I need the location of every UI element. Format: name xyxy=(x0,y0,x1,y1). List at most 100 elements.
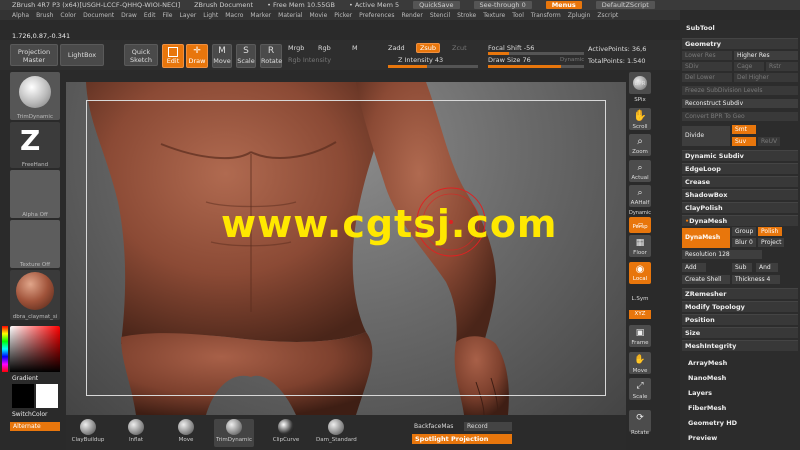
nanomesh-header[interactable]: NanoMesh xyxy=(688,374,726,382)
brush-thumbnail[interactable]: TrimDynamic xyxy=(10,72,60,120)
menu-item[interactable]: Render xyxy=(401,12,422,19)
modify-topology-header[interactable]: Modify Topology xyxy=(682,301,798,312)
xyz-button[interactable]: XYZ xyxy=(629,310,651,319)
mrgb-button[interactable]: Mrgb xyxy=(288,44,304,52)
claypolish-header[interactable]: ClayPolish xyxy=(682,202,798,213)
group-toggle[interactable]: Group xyxy=(732,227,756,236)
polish-toggle[interactable]: Polish xyxy=(758,227,782,236)
spix-slider[interactable]: SPix xyxy=(626,97,654,103)
zsub-button[interactable]: Zsub xyxy=(416,43,440,53)
edit-button[interactable]: Edit xyxy=(162,44,184,68)
rgb-intensity-slider[interactable]: Rgb Intensity xyxy=(288,56,331,64)
menu-item[interactable]: Picker xyxy=(334,12,352,19)
zremesher-header[interactable]: ZRemesher xyxy=(682,288,798,299)
sub-button[interactable]: Sub xyxy=(732,263,752,272)
spotlight-projection-button[interactable]: Spotlight Projection xyxy=(412,434,512,444)
geometry-header[interactable]: Geometry xyxy=(682,38,798,49)
draw-button[interactable]: ✛ Draw xyxy=(186,44,208,68)
lower-res-button[interactable]: Lower Res xyxy=(682,51,732,60)
alternate-button[interactable]: Alternate xyxy=(10,422,60,431)
brush-clipcurve[interactable]: ClipCurve xyxy=(266,419,306,443)
menu-item[interactable]: Stencil xyxy=(430,12,450,19)
texture-thumbnail[interactable]: Texture Off xyxy=(10,220,60,268)
cage-button[interactable]: Cage xyxy=(734,62,764,71)
convert-bpr-button[interactable]: Convert BPR To Geo xyxy=(682,112,798,121)
del-higher-button[interactable]: Del Higher xyxy=(734,73,798,82)
higher-res-button[interactable]: Higher Res xyxy=(734,51,798,60)
z-intensity-slider[interactable] xyxy=(388,65,478,68)
backface-mask-toggle[interactable]: BackfaceMas xyxy=(414,423,453,430)
rgb-button[interactable]: Rgb xyxy=(318,44,331,52)
alpha-thumbnail[interactable]: Alpha Off xyxy=(10,170,60,218)
blur-slider[interactable]: Blur 0 xyxy=(732,238,756,247)
dynamesh-button[interactable]: DynaMesh xyxy=(682,228,730,248)
menu-item[interactable]: Movie xyxy=(310,12,328,19)
freeze-subdiv-button[interactable]: Freeze SubDivision Levels xyxy=(682,86,798,95)
brush-dam-standard[interactable]: Dam_Standard xyxy=(316,419,357,443)
switch-color-button[interactable]: SwitchColor xyxy=(12,411,48,418)
gradient-label[interactable]: Gradient xyxy=(12,375,38,382)
rotate-view-button[interactable]: ⟳ xyxy=(629,410,651,432)
menu-item[interactable]: Edit xyxy=(144,12,156,19)
brush-claybuildup[interactable]: ClayBuildup xyxy=(68,419,108,443)
menu-item[interactable]: Light xyxy=(203,12,218,19)
resolution-slider[interactable]: Resolution 128 xyxy=(682,250,762,259)
edgeloop-header[interactable]: EdgeLoop xyxy=(682,163,798,174)
menu-item[interactable]: Stroke xyxy=(457,12,476,19)
menu-item[interactable]: Layer xyxy=(180,12,197,19)
preview-header[interactable]: Preview xyxy=(688,434,717,442)
move-button[interactable]: M Move xyxy=(212,44,232,68)
menu-item[interactable]: Brush xyxy=(36,12,53,19)
see-through-slider[interactable]: See-through 0 xyxy=(473,1,532,9)
zadd-button[interactable]: Zadd xyxy=(388,44,405,52)
hue-strip[interactable] xyxy=(2,326,8,372)
dynamesh-header[interactable]: •DynaMesh xyxy=(682,215,798,226)
geometry-hd-header[interactable]: Geometry HD xyxy=(688,419,737,427)
size-header[interactable]: Size xyxy=(682,327,798,338)
menu-item[interactable]: Alpha xyxy=(12,12,29,19)
lsym-button[interactable]: L.Sym xyxy=(626,296,654,302)
menu-item[interactable]: Transform xyxy=(531,12,561,19)
project-toggle[interactable]: Project xyxy=(758,238,784,247)
menu-item[interactable]: Zplugin xyxy=(568,12,591,19)
brush-move[interactable]: Move xyxy=(166,419,206,443)
menu-item[interactable]: Zscript xyxy=(597,12,618,19)
menu-item[interactable]: Color xyxy=(60,12,76,19)
crease-header[interactable]: Crease xyxy=(682,176,798,187)
sdiv-slider[interactable]: SDiv xyxy=(682,62,732,71)
reconstruct-subdiv-button[interactable]: Reconstruct Subdiv xyxy=(682,99,798,108)
reuv-button[interactable]: ReUV xyxy=(758,137,780,146)
rotate-button[interactable]: R Rotate xyxy=(260,44,282,68)
dynamic-toggle[interactable]: Dynamic xyxy=(560,57,584,63)
brush-inflat[interactable]: Inflat xyxy=(116,419,156,443)
divide-button[interactable]: Divide xyxy=(682,126,730,146)
stroke-thumbnail[interactable]: Z FreeHand xyxy=(10,122,60,168)
rstr-button[interactable]: Rstr xyxy=(766,62,798,71)
m-button[interactable]: M xyxy=(352,44,358,52)
menu-item[interactable]: Material xyxy=(278,12,302,19)
layers-header[interactable]: Layers xyxy=(688,389,712,397)
menu-item[interactable]: Preferences xyxy=(359,12,394,19)
del-lower-button[interactable]: Del Lower xyxy=(682,73,732,82)
menus-button[interactable]: Menus xyxy=(545,1,582,9)
add-button[interactable]: Add xyxy=(682,263,706,272)
draw-size-slider[interactable] xyxy=(488,65,584,68)
zcut-button[interactable]: Zcut xyxy=(452,44,467,52)
material-thumbnail[interactable]: dbra_claymat_si xyxy=(10,270,60,320)
color-picker[interactable] xyxy=(10,326,60,372)
shadowbox-header[interactable]: ShadowBox xyxy=(682,189,798,200)
suv-toggle[interactable]: Suv xyxy=(732,137,756,146)
record-button[interactable]: Record xyxy=(464,422,512,431)
quick-sketch-button[interactable]: Quick Sketch xyxy=(124,44,158,66)
meshintegrity-header[interactable]: MeshIntegrity xyxy=(682,340,798,351)
canvas-viewport[interactable]: www.cgtsj.com xyxy=(66,82,626,415)
projection-master-button[interactable]: Projection Master xyxy=(10,44,58,66)
main-color-swatch[interactable] xyxy=(12,384,34,408)
subtool-header[interactable]: SubTool xyxy=(686,24,715,32)
focal-shift-slider[interactable] xyxy=(488,52,584,55)
menu-item[interactable]: Macro xyxy=(225,12,243,19)
arraymesh-header[interactable]: ArrayMesh xyxy=(688,359,727,367)
fibermesh-header[interactable]: FiberMesh xyxy=(688,404,726,412)
default-zscript-button[interactable]: DefaultZScript xyxy=(595,1,655,9)
dynamic-subdiv-header[interactable]: Dynamic Subdiv xyxy=(682,150,798,161)
